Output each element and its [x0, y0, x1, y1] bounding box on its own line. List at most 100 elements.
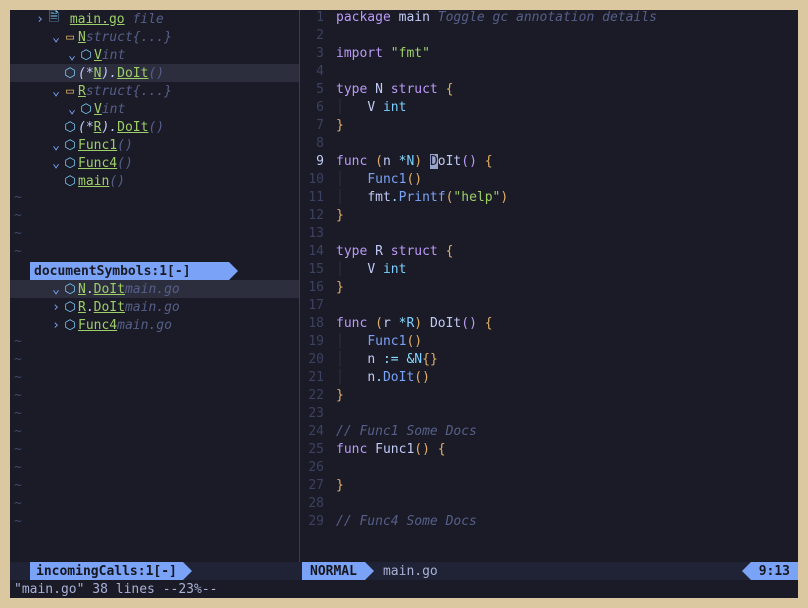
symbol-name: R	[78, 84, 86, 99]
line-number: 14	[300, 244, 324, 262]
line-number: 2	[300, 28, 324, 46]
code-line[interactable]: │ n := &N{}	[336, 352, 798, 370]
outline-item[interactable]: ⬡ (*R).DoIt ()	[10, 118, 299, 136]
line-number: 11	[300, 190, 324, 208]
code-line[interactable]: │ Func1()	[336, 172, 798, 190]
code-line[interactable]: // Func1 Some Docs	[336, 424, 798, 442]
line-number: 24	[300, 424, 324, 442]
code-line[interactable]	[336, 226, 798, 244]
code-line[interactable]: }	[336, 280, 798, 298]
line-number: 12	[300, 208, 324, 226]
outline-item[interactable]: ⌄⬡ Func4 ()	[10, 154, 299, 172]
chevron-right-icon: ›	[34, 12, 46, 27]
file-name: main.go	[70, 12, 125, 27]
code-line[interactable]: package main Toggle gc annotation detail…	[336, 10, 798, 28]
code-editor[interactable]: 1234567891011121314151617181920212223242…	[300, 10, 798, 562]
filler-tilde: ~	[10, 226, 299, 244]
mode-badge: NORMAL	[302, 562, 365, 580]
sidebar[interactable]: › 🗎 main.go file ⌄▭ N struct{...}⌄⬡ V in…	[10, 10, 300, 562]
expand-icon	[50, 66, 62, 81]
filler-tilde: ~	[10, 460, 299, 478]
line-number: 26	[300, 460, 324, 478]
outline-item[interactable]: ⬡ (*N).DoIt ()	[10, 64, 299, 82]
line-number: 21	[300, 370, 324, 388]
line-number: 5	[300, 82, 324, 100]
expand-icon: ⌄	[50, 138, 62, 153]
code-line[interactable]: func (n *N) DoIt() {	[336, 154, 798, 172]
code-line[interactable]: │ V int	[336, 262, 798, 280]
outline-item[interactable]: ⌄▭ N struct{...}	[10, 28, 299, 46]
code-line[interactable]	[336, 28, 798, 46]
code-line[interactable]: }	[336, 388, 798, 406]
expand-icon	[50, 120, 62, 135]
code-line[interactable]: │ n.DoIt()	[336, 370, 798, 388]
symbol-name: DoIt	[94, 282, 125, 297]
code-line[interactable]	[336, 298, 798, 316]
code-line[interactable]	[336, 496, 798, 514]
line-number: 16	[300, 280, 324, 298]
code-line[interactable]	[336, 406, 798, 424]
outline-item[interactable]: ⌄▭ R struct{...}	[10, 82, 299, 100]
filler-tilde: ~	[10, 388, 299, 406]
call-item[interactable]: ›⬡ Func4 main.go	[10, 316, 299, 334]
line-number: 25	[300, 442, 324, 460]
code-line[interactable]	[336, 136, 798, 154]
code-line[interactable]: │ Func1()	[336, 334, 798, 352]
line-number-gutter: 1234567891011121314151617181920212223242…	[300, 10, 330, 562]
symbol-icon: ⬡	[78, 102, 94, 117]
filler-tilde: ~	[10, 478, 299, 496]
outline-file-row[interactable]: › 🗎 main.go file	[10, 10, 299, 28]
symbol-icon: ⬡	[62, 318, 78, 333]
code-line[interactable]: func Func1() {	[336, 442, 798, 460]
symbol-name: Func4	[78, 318, 117, 333]
outline-item[interactable]: ⌄⬡ V int	[10, 100, 299, 118]
status-line: incomingCalls:1[-] NORMAL main.go 9:13	[10, 562, 798, 580]
line-number: 17	[300, 298, 324, 316]
code-line[interactable]	[336, 460, 798, 478]
line-number: 27	[300, 478, 324, 496]
filler-tilde: ~	[10, 424, 299, 442]
document-symbols-heading: documentSymbols:1[-]	[30, 262, 229, 280]
call-item[interactable]: ›⬡ R.DoIt main.go	[10, 298, 299, 316]
outline-item[interactable]: ⬡ main ()	[10, 172, 299, 190]
code-line[interactable]	[336, 64, 798, 82]
outline-item[interactable]: ⌄⬡ V int	[10, 46, 299, 64]
code-line[interactable]: }	[336, 478, 798, 496]
symbol-name: V	[94, 102, 102, 117]
symbol-icon: ⬡	[62, 66, 78, 81]
line-number: 28	[300, 496, 324, 514]
code-line[interactable]: }	[336, 118, 798, 136]
incoming-calls-heading: incomingCalls:1[-]	[30, 562, 183, 580]
cursor-position: 9:13	[751, 562, 798, 580]
code-line[interactable]: }	[336, 208, 798, 226]
line-number: 6	[300, 100, 324, 118]
line-number: 22	[300, 388, 324, 406]
code-line[interactable]: type N struct {	[336, 82, 798, 100]
code-line[interactable]: // Func4 Some Docs	[336, 514, 798, 532]
expand-icon: ›	[50, 300, 62, 315]
file-icon: 🗎	[46, 10, 62, 30]
filler-tilde: ~	[10, 370, 299, 388]
symbol-icon: ▭	[62, 30, 78, 45]
code-line[interactable]: func (r *R) DoIt() {	[336, 316, 798, 334]
filler-tilde: ~	[10, 442, 299, 460]
command-line: "main.go" 38 lines --23%--	[10, 580, 798, 598]
terminal-window: › 🗎 main.go file ⌄▭ N struct{...}⌄⬡ V in…	[10, 10, 798, 598]
line-number: 19	[300, 334, 324, 352]
outline-item[interactable]: ⌄⬡ Func1 ()	[10, 136, 299, 154]
code-line[interactable]: import "fmt"	[336, 46, 798, 64]
code-line[interactable]: type R struct {	[336, 244, 798, 262]
symbol-name: main	[78, 174, 109, 189]
expand-icon: ⌄	[50, 30, 62, 45]
line-number: 1	[300, 10, 324, 28]
code-line[interactable]: │ V int	[336, 100, 798, 118]
line-number: 3	[300, 46, 324, 64]
symbol-file: main.go	[125, 300, 180, 315]
line-number: 8	[300, 136, 324, 154]
line-number: 29	[300, 514, 324, 532]
expand-icon: ⌄	[50, 282, 62, 297]
expand-icon	[50, 174, 62, 189]
call-item[interactable]: ⌄⬡ N.DoIt main.go	[10, 280, 299, 298]
code-line[interactable]: │ fmt.Printf("help")	[336, 190, 798, 208]
code-content[interactable]: package main Toggle gc annotation detail…	[330, 10, 798, 562]
